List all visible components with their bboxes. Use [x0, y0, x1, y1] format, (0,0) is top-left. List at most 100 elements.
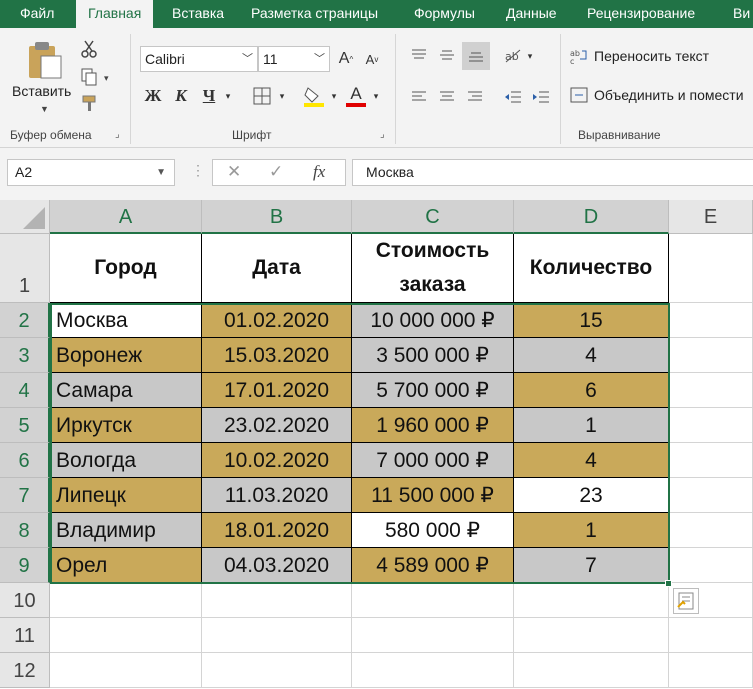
align-top-icon[interactable] [408, 44, 430, 66]
row-header-5[interactable]: 5 [0, 408, 50, 443]
cell-d2[interactable]: 15 [514, 303, 669, 338]
name-box[interactable]: A2 ▼ [7, 159, 175, 186]
cell-e11[interactable] [669, 618, 753, 653]
cell-b9[interactable]: 04.03.2020 [202, 548, 352, 583]
shrink-font-button[interactable]: Av [362, 48, 382, 70]
row-header-4[interactable]: 4 [0, 373, 50, 408]
tab-view[interactable]: Ви [733, 0, 750, 28]
cell-b5[interactable]: 23.02.2020 [202, 408, 352, 443]
cell-b3[interactable]: 15.03.2020 [202, 338, 352, 373]
cell-d1[interactable]: Количество [514, 234, 669, 303]
tab-file[interactable]: Файл [20, 0, 54, 28]
cell-b8[interactable]: 18.01.2020 [202, 513, 352, 548]
cell-a12[interactable] [50, 653, 202, 688]
cell-d9[interactable]: 7 [514, 548, 669, 583]
cell-d3[interactable]: 4 [514, 338, 669, 373]
column-header-e[interactable]: E [669, 200, 753, 234]
select-all-button[interactable] [0, 200, 50, 234]
tab-home[interactable]: Главная [76, 0, 154, 30]
row-header-8[interactable]: 8 [0, 513, 50, 548]
cell-a11[interactable] [50, 618, 202, 653]
font-color-dropdown-icon[interactable]: ▾ [370, 88, 382, 104]
fill-handle[interactable] [665, 580, 672, 587]
clipboard-launcher-icon[interactable]: ⌟ [115, 129, 120, 140]
cell-a6[interactable]: Вологда [50, 443, 202, 478]
cell-a3[interactable]: Воронеж [50, 338, 202, 373]
paste-button[interactable] [22, 38, 66, 82]
column-header-d[interactable]: D [514, 200, 669, 234]
cell-d6[interactable]: 4 [514, 443, 669, 478]
cell-d11[interactable] [514, 618, 669, 653]
increase-indent-icon[interactable] [530, 86, 552, 108]
tab-data[interactable]: Данные [506, 0, 557, 28]
cell-c11[interactable] [352, 618, 514, 653]
column-header-c[interactable]: C [352, 200, 514, 234]
column-header-a[interactable]: A [50, 200, 202, 234]
cell-e8[interactable] [669, 513, 753, 548]
align-left-icon[interactable] [408, 86, 430, 108]
row-header-3[interactable]: 3 [0, 338, 50, 373]
underline-button[interactable]: Ч [198, 84, 220, 108]
cell-a1[interactable]: Город [50, 234, 202, 303]
underline-dropdown-icon[interactable]: ▾ [222, 88, 234, 104]
cancel-icon[interactable]: ✕ [227, 162, 241, 182]
italic-button[interactable]: К [170, 84, 192, 108]
cell-c7[interactable]: 11 500 000 ₽ [352, 478, 514, 513]
orientation-dropdown-icon[interactable]: ▾ [524, 48, 536, 64]
align-right-icon[interactable] [464, 86, 486, 108]
cell-e1[interactable] [669, 234, 753, 303]
cell-e5[interactable] [669, 408, 753, 443]
paste-dropdown-icon[interactable]: ▼ [40, 104, 49, 114]
cell-e9[interactable] [669, 548, 753, 583]
cell-b7[interactable]: 11.03.2020 [202, 478, 352, 513]
cell-a7[interactable]: Липецк [50, 478, 202, 513]
cell-e3[interactable] [669, 338, 753, 373]
fill-color-icon[interactable] [300, 82, 328, 110]
more-icon[interactable]: ⋮ [191, 162, 205, 179]
merge-center-button[interactable]: Объединить и помести [570, 87, 744, 103]
borders-dropdown-icon[interactable]: ▾ [276, 88, 288, 104]
font-size-combo[interactable]: 11 ﹀ [258, 46, 330, 72]
cell-c3[interactable]: 3 500 000 ₽ [352, 338, 514, 373]
align-center-icon[interactable] [436, 86, 458, 108]
decrease-indent-icon[interactable] [502, 86, 524, 108]
bold-button[interactable]: Ж [142, 84, 164, 108]
cell-c4[interactable]: 5 700 000 ₽ [352, 373, 514, 408]
tab-formulas[interactable]: Формулы [414, 0, 475, 28]
grow-font-button[interactable]: A ^ [336, 48, 356, 70]
tab-insert[interactable]: Вставка [172, 0, 224, 28]
tab-review[interactable]: Рецензирование [587, 0, 695, 28]
cell-d5[interactable]: 1 [514, 408, 669, 443]
cell-c12[interactable] [352, 653, 514, 688]
orientation-icon[interactable]: ab [502, 44, 524, 66]
cell-b2[interactable]: 01.02.2020 [202, 303, 352, 338]
row-header-12[interactable]: 12 [0, 653, 50, 688]
cell-b11[interactable] [202, 618, 352, 653]
row-header-6[interactable]: 6 [0, 443, 50, 478]
cell-d12[interactable] [514, 653, 669, 688]
cell-e2[interactable] [669, 303, 753, 338]
align-middle-icon[interactable] [436, 44, 458, 66]
formula-input[interactable]: Москва [352, 159, 753, 186]
cut-icon[interactable] [78, 38, 100, 60]
cell-c6[interactable]: 7 000 000 ₽ [352, 443, 514, 478]
enter-icon[interactable]: ✓ [269, 162, 283, 182]
cell-a4[interactable]: Самара [50, 373, 202, 408]
cell-c5[interactable]: 1 960 000 ₽ [352, 408, 514, 443]
cell-a2[interactable]: Москва [50, 303, 202, 338]
cell-e6[interactable] [669, 443, 753, 478]
row-header-11[interactable]: 11 [0, 618, 50, 653]
fill-color-dropdown-icon[interactable]: ▾ [328, 88, 340, 104]
format-painter-icon[interactable] [78, 92, 100, 114]
cell-a9[interactable]: Орел [50, 548, 202, 583]
row-header-9[interactable]: 9 [0, 548, 50, 583]
cell-e12[interactable] [669, 653, 753, 688]
cell-d4[interactable]: 6 [514, 373, 669, 408]
row-header-7[interactable]: 7 [0, 478, 50, 513]
borders-icon[interactable] [250, 84, 274, 108]
cell-e4[interactable] [669, 373, 753, 408]
cell-d8[interactable]: 1 [514, 513, 669, 548]
cell-a5[interactable]: Иркутск [50, 408, 202, 443]
paste-label[interactable]: Вставить [12, 83, 71, 99]
tab-page-layout[interactable]: Разметка страницы [251, 0, 378, 28]
